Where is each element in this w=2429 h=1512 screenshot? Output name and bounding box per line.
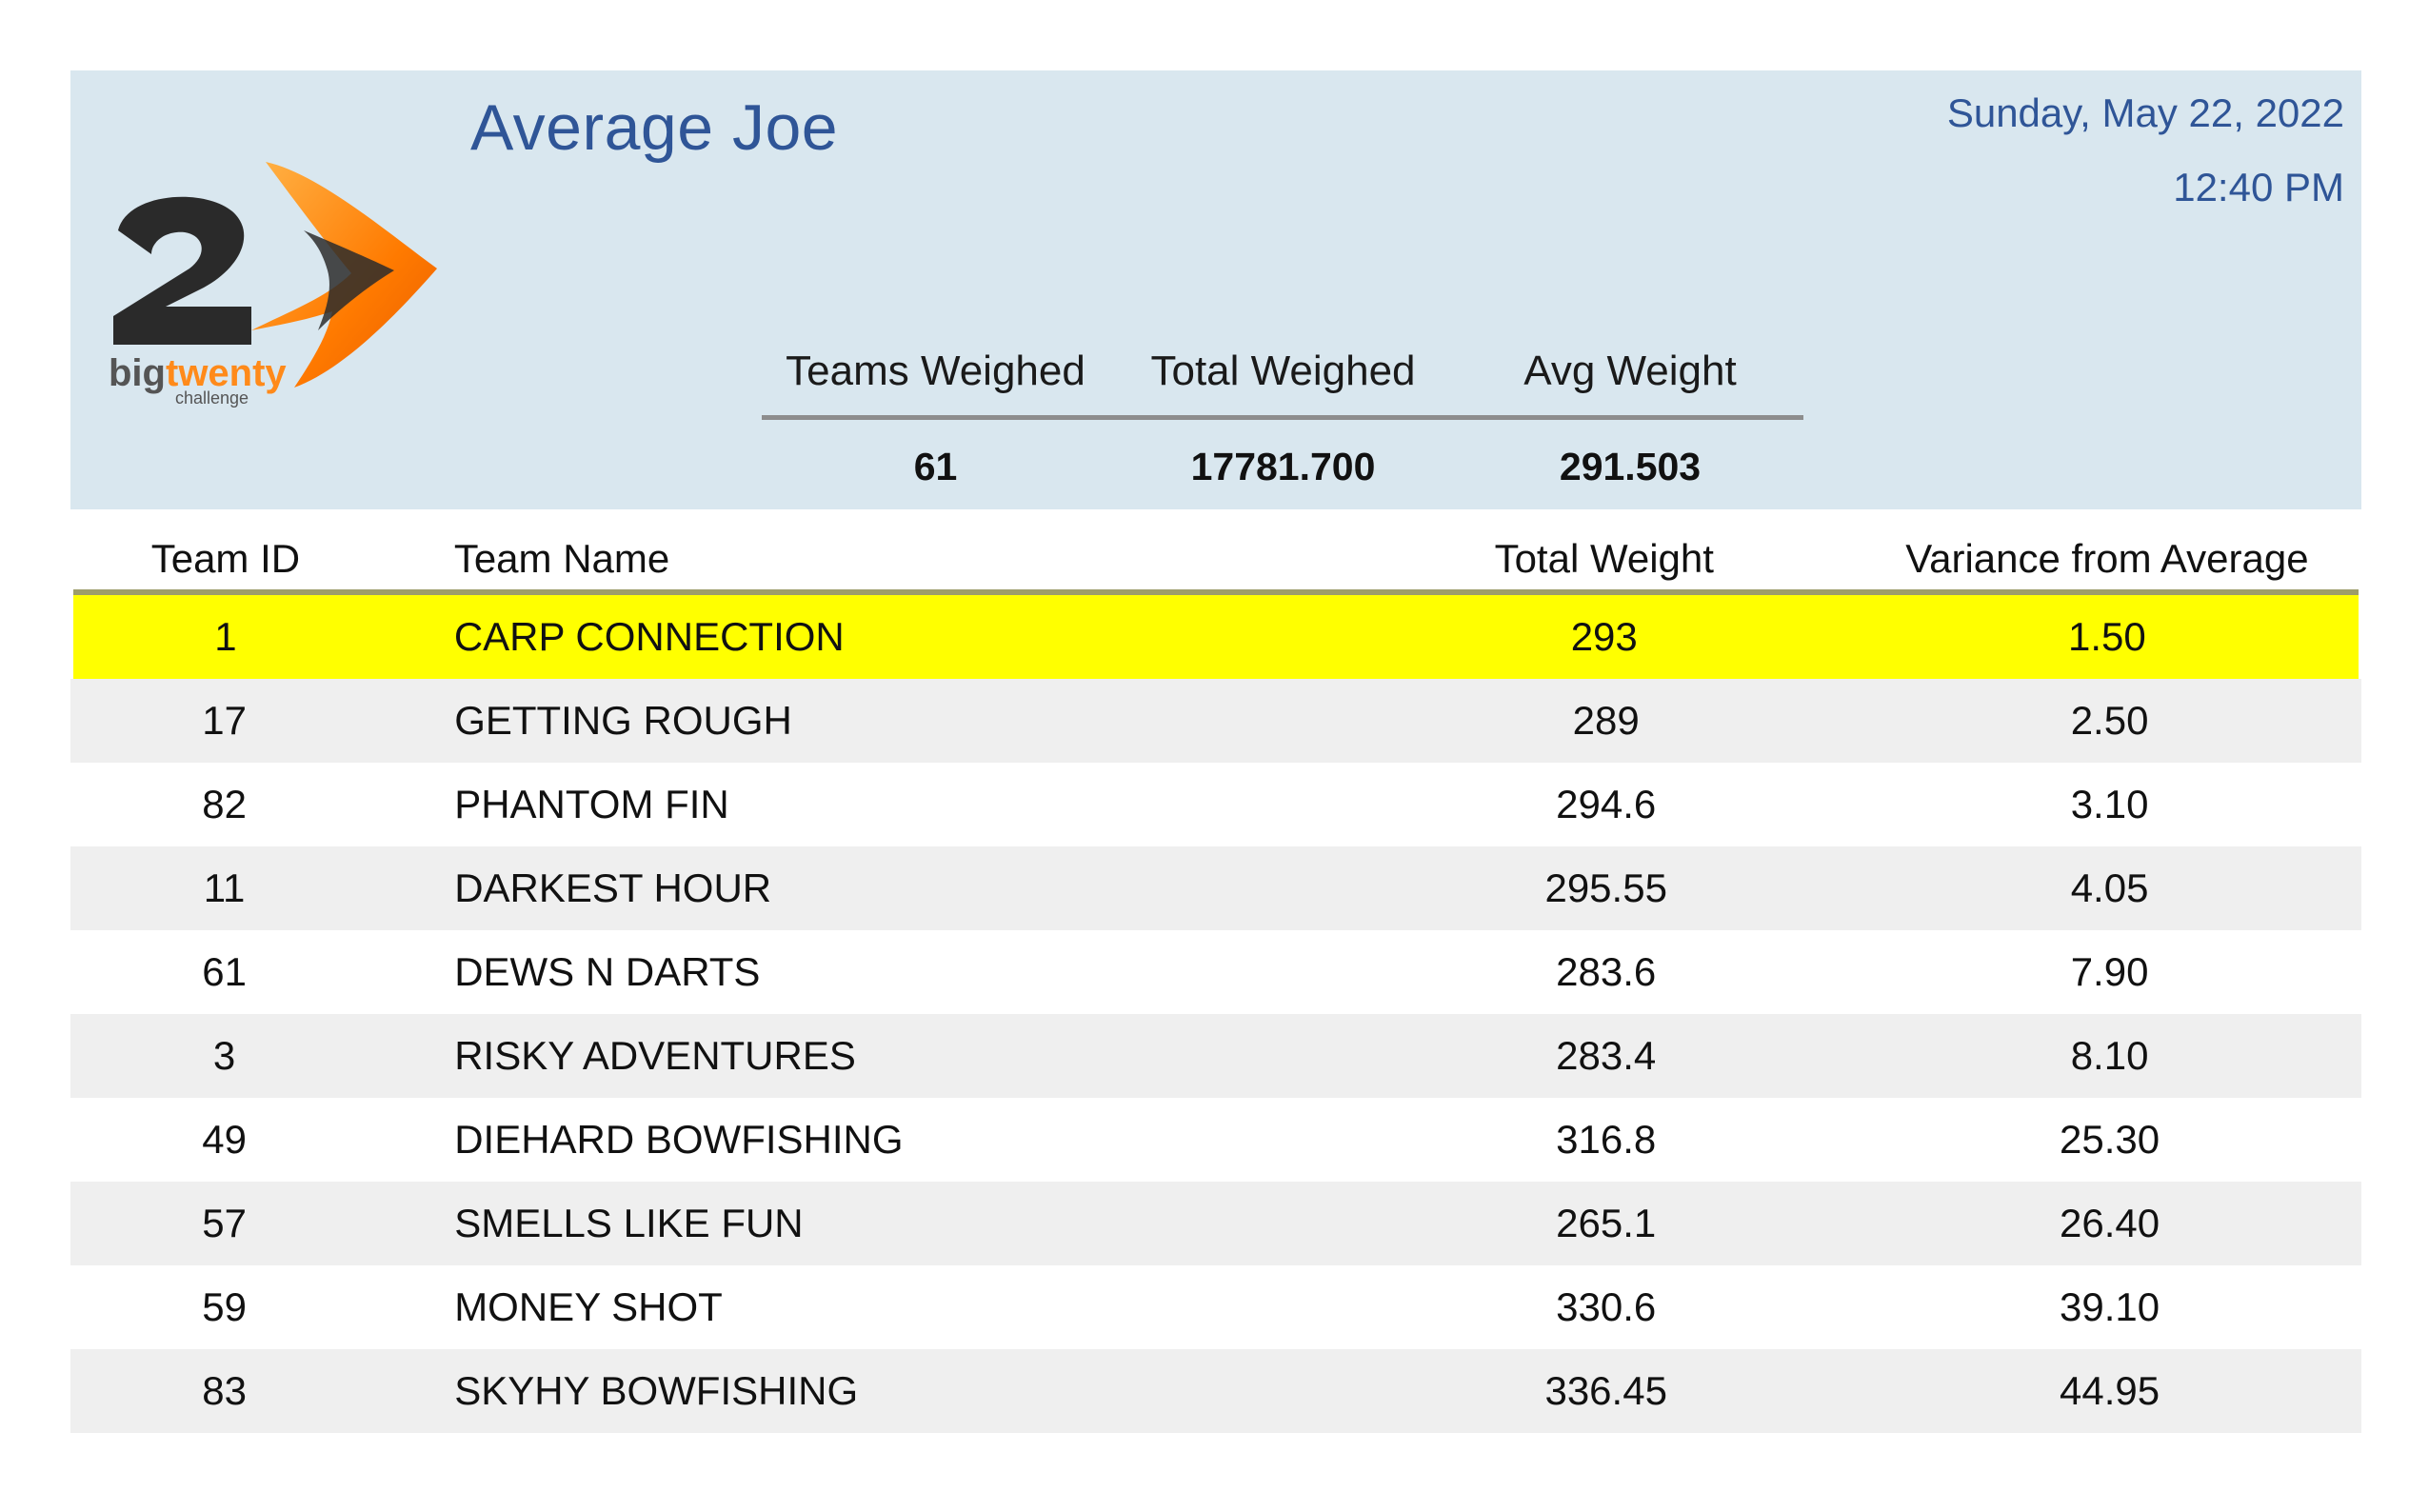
cell-total-weight: 265.1 — [1556, 1201, 1657, 1245]
table-row: 83 SKYHY BOWFISHING 336.45 44.95 — [70, 1349, 2361, 1433]
cell-team-name: DEWS N DARTS — [454, 949, 761, 994]
cell-team-name: RISKY ADVENTURES — [454, 1033, 856, 1078]
cell-team-id: 11 — [203, 865, 246, 910]
table-row: 57 SMELLS LIKE FUN 265.1 26.40 — [70, 1182, 2361, 1265]
cell-team-name: CARP CONNECTION — [453, 614, 845, 659]
cell-team-name: SMELLS LIKE FUN — [454, 1201, 804, 1245]
svg-text:challenge: challenge — [175, 388, 249, 408]
column-header-team-id: Team ID — [150, 536, 301, 581]
table-row: 1 CARP CONNECTION 293 1.50 — [73, 595, 2359, 679]
table-row: 61 DEWS N DARTS 283.6 7.90 — [70, 930, 2361, 1014]
summary-block: Teams Weighed Total Weighed Avg Weight 6… — [762, 348, 1803, 489]
summary-header-row: Teams Weighed Total Weighed Avg Weight — [762, 348, 1803, 420]
table-row: 59 MONEY SHOT 330.6 39.10 — [70, 1265, 2361, 1349]
svg-text:big: big — [109, 352, 166, 394]
summary-value-avg-weight: 291.503 — [1559, 445, 1702, 488]
cell-team-id: 59 — [202, 1284, 247, 1329]
summary-value-row: 61 17781.700 291.503 — [762, 420, 1803, 489]
cell-total-weight: 283.4 — [1556, 1033, 1657, 1078]
cell-team-id: 82 — [202, 782, 247, 826]
table-row: 11 DARKEST HOUR 295.55 4.05 — [70, 846, 2361, 930]
cell-total-weight: 330.6 — [1556, 1284, 1657, 1329]
results-table: Team ID Team Name Total Weight Variance … — [70, 522, 2361, 1433]
cell-team-name: DARKEST HOUR — [454, 865, 772, 910]
cell-variance: 25.30 — [2060, 1117, 2160, 1162]
cell-variance: 44.95 — [2060, 1368, 2160, 1413]
cell-team-id: 3 — [212, 1033, 236, 1078]
summary-header-avg-weight: Avg Weight — [1523, 348, 1737, 394]
cell-variance: 3.10 — [2070, 782, 2149, 826]
cell-team-name: DIEHARD BOWFISHING — [454, 1117, 904, 1162]
big-twenty-logo: big twenty challenge — [109, 162, 437, 408]
cell-total-weight: 316.8 — [1556, 1117, 1657, 1162]
cell-total-weight: 293 — [1570, 614, 1638, 659]
cell-variance: 8.10 — [2070, 1033, 2149, 1078]
cell-team-id: 17 — [202, 698, 247, 743]
column-header-variance: Variance from Average — [1905, 536, 2309, 581]
cell-total-weight: 294.6 — [1556, 782, 1657, 826]
cell-variance: 1.50 — [2068, 614, 2146, 659]
column-header-total-weight: Total Weight — [1494, 536, 1714, 581]
cell-total-weight: 295.55 — [1544, 865, 1667, 910]
cell-team-id: 57 — [202, 1201, 247, 1245]
cell-team-id: 61 — [202, 949, 247, 994]
cell-total-weight: 283.6 — [1556, 949, 1657, 994]
cell-variance: 39.10 — [2060, 1284, 2160, 1329]
table-row: 17 GETTING ROUGH 289 2.50 — [70, 679, 2361, 763]
cell-variance: 7.90 — [2070, 949, 2149, 994]
cell-team-id: 1 — [214, 614, 237, 659]
cell-team-name: PHANTOM FIN — [454, 782, 729, 826]
summary-value-total-weighed: 17781.700 — [1190, 445, 1376, 488]
cell-team-id: 49 — [202, 1117, 247, 1162]
summary-header-total-weighed: Total Weighed — [1150, 348, 1416, 394]
cell-team-id: 83 — [202, 1368, 247, 1413]
cell-team-name: GETTING ROUGH — [454, 698, 792, 743]
cell-total-weight: 336.45 — [1544, 1368, 1667, 1413]
table-row: 49 DIEHARD BOWFISHING 316.8 25.30 — [70, 1098, 2361, 1182]
cell-team-name: MONEY SHOT — [454, 1284, 723, 1329]
cell-variance: 26.40 — [2060, 1201, 2160, 1245]
cell-variance: 2.50 — [2070, 698, 2149, 743]
summary-value-teams-weighed: 61 — [913, 445, 958, 488]
report-title: Average Joe — [470, 91, 839, 164]
table-row: 82 PHANTOM FIN 294.6 3.10 — [70, 763, 2361, 846]
cell-variance: 4.05 — [2070, 865, 2149, 910]
report-date: Sunday, May 22, 2022 — [1946, 90, 2344, 135]
table-header-row: Team ID Team Name Total Weight Variance … — [73, 522, 2359, 595]
summary-header-teams-weighed: Teams Weighed — [786, 348, 1085, 394]
cell-team-name: SKYHY BOWFISHING — [454, 1368, 859, 1413]
table-row: 3 RISKY ADVENTURES 283.4 8.10 — [70, 1014, 2361, 1098]
column-header-team-name: Team Name — [453, 536, 670, 581]
report-time: 12:40 PM — [2173, 165, 2344, 209]
cell-total-weight: 289 — [1572, 698, 1640, 743]
